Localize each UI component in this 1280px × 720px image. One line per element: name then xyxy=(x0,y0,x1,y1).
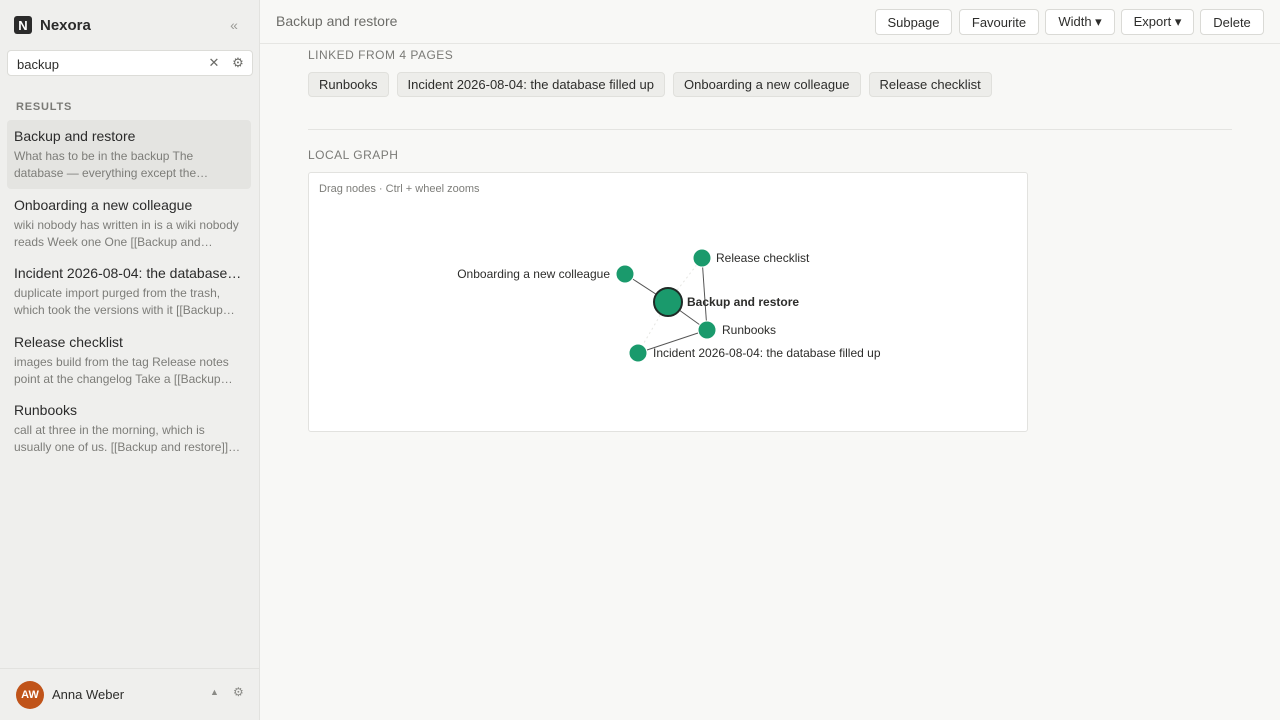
local-graph-label: LOCAL GRAPH xyxy=(308,148,399,162)
brand-name: Nexora xyxy=(40,16,91,34)
graph-node-label: Incident 2026-08-04: the database filled… xyxy=(653,346,881,360)
divider xyxy=(308,129,1232,130)
backlink-chip[interactable]: Runbooks xyxy=(308,72,389,97)
result-snippet: wiki nobody has written in is a wiki nob… xyxy=(14,217,239,249)
graph-canvas[interactable]: Backup and restore Release checklist Onb… xyxy=(309,173,1029,433)
backlink-chip[interactable]: Incident 2026-08-04: the database filled… xyxy=(396,72,666,97)
result-item[interactable]: Backup and restore What has to be in the… xyxy=(7,120,251,189)
search-results: Backup and restore What has to be in the… xyxy=(7,120,251,463)
result-snippet: duplicate import purged from the trash, … xyxy=(14,286,235,317)
result-title: Runbooks xyxy=(14,402,78,418)
export-button[interactable]: Export ▾ xyxy=(1121,9,1194,35)
breadcrumb: Backup and restore xyxy=(276,13,398,29)
result-item[interactable]: Runbooks call at three in the morning, w… xyxy=(7,394,251,463)
graph-node[interactable] xyxy=(692,248,712,268)
search-settings-icon[interactable]: ⚙ xyxy=(230,55,246,73)
result-item[interactable]: Release checklist images build from the … xyxy=(7,326,251,395)
backlink-chip[interactable]: Release checklist xyxy=(868,72,992,97)
result-title: Backup and restore xyxy=(14,128,136,144)
backlinks-list: Runbooks Incident 2026-08-04: the databa… xyxy=(308,72,992,97)
result-title: Release checklist xyxy=(14,333,123,350)
graph-node-center[interactable] xyxy=(653,287,683,317)
favourite-button[interactable]: Favourite xyxy=(959,9,1039,35)
collapse-sidebar-icon[interactable]: « xyxy=(226,15,242,35)
brand-logo: N xyxy=(14,16,32,34)
graph-edge xyxy=(701,257,708,331)
backlink-chip[interactable]: Onboarding a new colleague xyxy=(673,72,861,97)
graph-node-label: Backup and restore xyxy=(687,295,799,309)
result-snippet: What has to be in the backup The databas… xyxy=(14,149,209,180)
local-graph[interactable]: Drag nodes · Ctrl + wheel zooms Backup a… xyxy=(308,172,1028,432)
graph-node[interactable] xyxy=(628,343,648,363)
result-snippet: call at three in the morning, which is u… xyxy=(14,423,241,454)
graph-node[interactable] xyxy=(697,320,717,340)
user-bar: AW Anna Weber ▲ ⚙ xyxy=(0,668,259,720)
result-snippet: images build from the tag Release notes … xyxy=(14,354,233,386)
search-input[interactable] xyxy=(17,55,197,73)
result-title: Incident 2026-08-04: the database filled… xyxy=(14,265,244,281)
brand[interactable]: N Nexora xyxy=(14,14,91,36)
user-menu-caret-icon[interactable]: ▲ xyxy=(210,687,219,697)
search-box: ✕ ⚙ xyxy=(7,50,253,76)
graph-node-label: Onboarding a new colleague xyxy=(457,267,610,281)
graph-node[interactable] xyxy=(615,264,635,284)
subpage-button[interactable]: Subpage xyxy=(875,9,952,35)
result-item[interactable]: Incident 2026-08-04: the database filled… xyxy=(7,257,251,326)
user-settings-icon[interactable]: ⚙ xyxy=(233,685,244,699)
graph-node-label: Release checklist xyxy=(716,251,810,265)
topbar: Backup and restore Subpage Favourite Wid… xyxy=(260,0,1280,44)
clear-search-icon[interactable]: ✕ xyxy=(206,55,222,73)
backlinks-label: LINKED FROM 4 PAGES xyxy=(308,48,454,62)
graph-node-label: Runbooks xyxy=(722,323,776,337)
result-item[interactable]: Onboarding a new colleague wiki nobody h… xyxy=(7,189,251,258)
result-title: Onboarding a new colleague xyxy=(14,196,193,213)
user-name[interactable]: Anna Weber xyxy=(52,687,124,702)
avatar[interactable]: AW xyxy=(16,681,44,709)
sidebar: N Nexora « ✕ ⚙ RESULTS Backup and restor… xyxy=(0,0,260,720)
results-label: RESULTS xyxy=(16,101,73,113)
delete-button[interactable]: Delete xyxy=(1200,9,1264,35)
width-button[interactable]: Width ▾ xyxy=(1045,9,1115,35)
